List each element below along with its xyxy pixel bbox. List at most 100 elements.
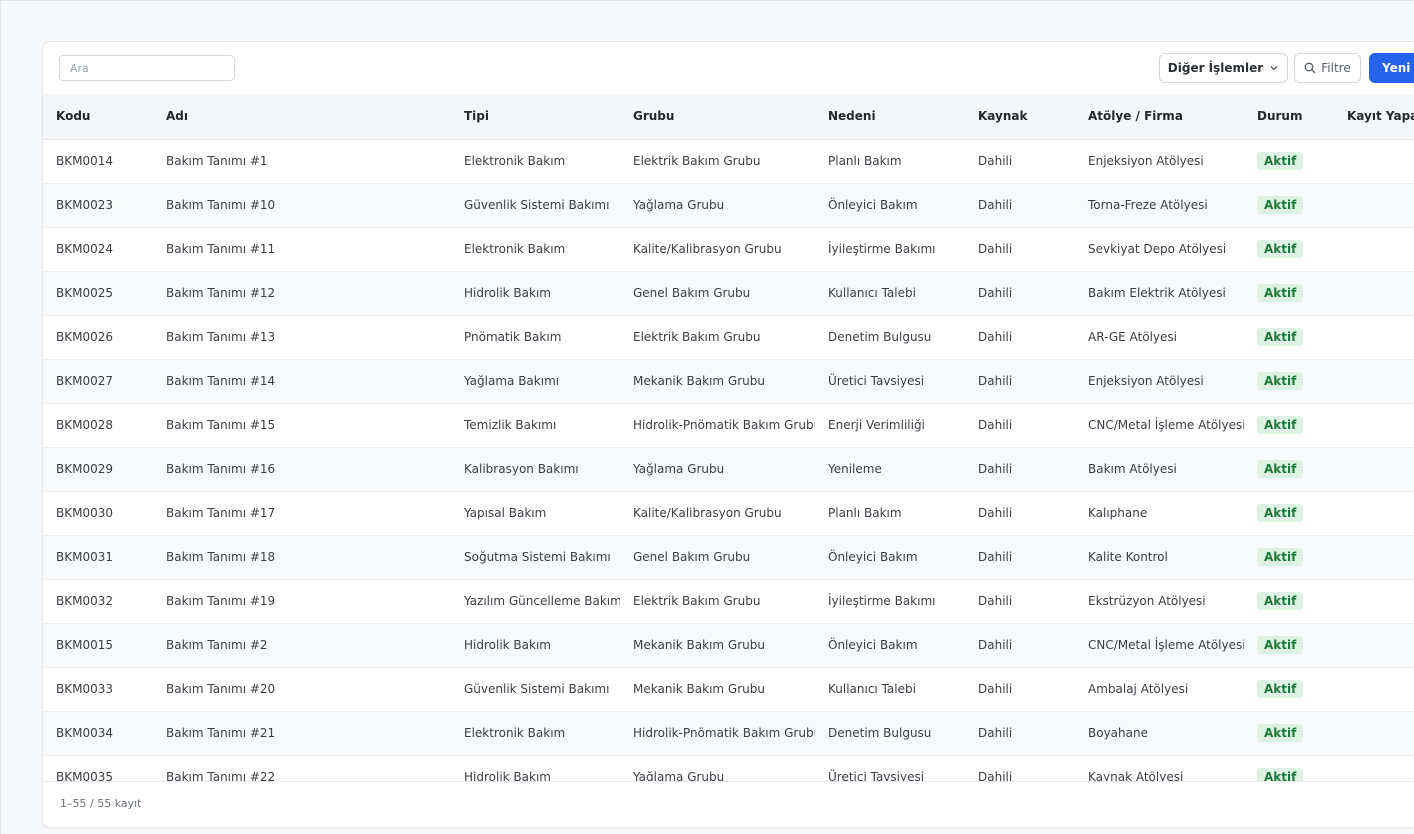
- cell-name: Bakım Tanımı #10: [153, 183, 451, 228]
- page: Diğer İşlemler Filtre Yeni B: [0, 0, 1414, 834]
- status-badge: Aktif: [1257, 240, 1304, 258]
- table-row[interactable]: BKM0035 Bakım Tanımı #22 Hidrolik Bakım Yağ…: [43, 755, 1414, 782]
- table-row[interactable]: BKM0014 Bakım Tanımı #1 Elektronik Bakım El…: [43, 139, 1414, 184]
- column-header-source[interactable]: Kaynak: [965, 94, 1075, 140]
- cell-name: Bakım Tanımı #16: [153, 447, 451, 492]
- cell-workshop: CNC/Metal İşleme Atölyesi: [1075, 403, 1244, 448]
- status-badge: Aktif: [1257, 504, 1304, 522]
- search-icon: [1304, 62, 1316, 74]
- table-row[interactable]: BKM0034 Bakım Tanımı #21 Elektronik Bakım H…: [43, 711, 1414, 756]
- cell-created-by: [1334, 623, 1414, 668]
- cell-status: Aktif: [1244, 447, 1334, 492]
- cell-reason: Kullanıcı Talebi: [815, 667, 965, 712]
- cell-workshop: Kalıphane: [1075, 491, 1244, 536]
- cell-source: Dahili: [965, 579, 1075, 624]
- cell-reason: Planlı Bakım: [815, 491, 965, 536]
- cell-code: BKM0028: [43, 403, 153, 448]
- cell-reason: Yenileme: [815, 447, 965, 492]
- cell-name: Bakım Tanımı #17: [153, 491, 451, 536]
- table-footer: 1–55 / 55 kayıt: [43, 781, 1414, 827]
- column-header-created-by[interactable]: Kayıt Yapan: [1334, 94, 1414, 140]
- cell-status: Aktif: [1244, 183, 1334, 228]
- cell-name: Bakım Tanımı #14: [153, 359, 451, 404]
- search-input[interactable]: [59, 55, 235, 81]
- cell-type: Hidrolik Bakım: [451, 271, 620, 316]
- table-row[interactable]: BKM0030 Bakım Tanımı #17 Yapısal Bakım Kali…: [43, 491, 1414, 536]
- cell-created-by: [1334, 183, 1414, 228]
- list-card: Diğer İşlemler Filtre Yeni B: [42, 41, 1414, 828]
- cell-created-by: [1334, 711, 1414, 756]
- table-row[interactable]: BKM0033 Bakım Tanımı #20 Güvenlik Sistemi …: [43, 667, 1414, 712]
- new-record-button[interactable]: Yeni B: [1369, 53, 1414, 83]
- cell-workshop: Ekstrüzyon Atölyesi: [1075, 579, 1244, 624]
- status-badge: Aktif: [1257, 372, 1304, 390]
- cell-source: Dahili: [965, 359, 1075, 404]
- cell-name: Bakım Tanımı #15: [153, 403, 451, 448]
- cell-reason: Önleyici Bakım: [815, 535, 965, 580]
- cell-workshop: Boyahane: [1075, 711, 1244, 756]
- cell-name: Bakım Tanımı #22: [153, 755, 451, 782]
- column-header-status[interactable]: Durum: [1244, 94, 1334, 140]
- filter-button[interactable]: Filtre: [1294, 53, 1361, 83]
- status-badge: Aktif: [1257, 768, 1304, 782]
- cell-reason: Önleyici Bakım: [815, 183, 965, 228]
- status-badge: Aktif: [1257, 152, 1304, 170]
- cell-workshop: Kaynak Atölyesi: [1075, 755, 1244, 782]
- status-badge: Aktif: [1257, 548, 1304, 566]
- cell-workshop: Torna-Freze Atölyesi: [1075, 183, 1244, 228]
- status-badge: Aktif: [1257, 328, 1304, 346]
- more-actions-button[interactable]: Diğer İşlemler: [1159, 53, 1288, 83]
- cell-type: Elektronik Bakım: [451, 711, 620, 756]
- table-row[interactable]: BKM0015 Bakım Tanımı #2 Hidrolik Bakım Meka…: [43, 623, 1414, 668]
- cell-reason: Kullanıcı Talebi: [815, 271, 965, 316]
- table-row[interactable]: BKM0025 Bakım Tanımı #12 Hidrolik Bakım Gen…: [43, 271, 1414, 316]
- cell-type: Kalibrasyon Bakımı: [451, 447, 620, 492]
- table-row[interactable]: BKM0024 Bakım Tanımı #11 Elektronik Bakım K…: [43, 227, 1414, 272]
- table-row[interactable]: BKM0028 Bakım Tanımı #15 Temizlik Bakımı Hi…: [43, 403, 1414, 448]
- status-badge: Aktif: [1257, 592, 1304, 610]
- cell-reason: Enerji Verimliliği: [815, 403, 965, 448]
- cell-status: Aktif: [1244, 579, 1334, 624]
- cell-source: Dahili: [965, 667, 1075, 712]
- column-header-workshop[interactable]: Atölye / Firma: [1075, 94, 1244, 140]
- cell-code: BKM0031: [43, 535, 153, 580]
- cell-status: Aktif: [1244, 271, 1334, 316]
- cell-type: Yazılım Güncelleme Bakımı: [451, 579, 620, 624]
- record-count: 1–55 / 55 kayıt: [60, 797, 142, 810]
- table-row[interactable]: BKM0026 Bakım Tanımı #13 Pnömatik Bakım Ele…: [43, 315, 1414, 360]
- cell-name: Bakım Tanımı #21: [153, 711, 451, 756]
- cell-code: BKM0030: [43, 491, 153, 536]
- status-badge: Aktif: [1257, 460, 1304, 478]
- table-row[interactable]: BKM0032 Bakım Tanımı #19 Yazılım Güncellem…: [43, 579, 1414, 624]
- cell-code: BKM0026: [43, 315, 153, 360]
- chevron-down-icon: [1270, 66, 1278, 71]
- maintenance-definitions-table: Kodu Adı Tipi Grubu Nedeni Kaynak Atölye / Fir…: [43, 94, 1414, 782]
- table-header-row: Kodu Adı Tipi Grubu Nedeni Kaynak Atölye / Fir…: [43, 94, 1414, 140]
- cell-group: Kalite/Kalibrasyon Grubu: [620, 227, 815, 272]
- cell-code: BKM0023: [43, 183, 153, 228]
- table-row[interactable]: BKM0027 Bakım Tanımı #14 Yağlama Bakımı Mek…: [43, 359, 1414, 404]
- cell-status: Aktif: [1244, 535, 1334, 580]
- toolbar: Diğer İşlemler Filtre Yeni B: [43, 42, 1414, 95]
- cell-type: Pnömatik Bakım: [451, 315, 620, 360]
- table-row[interactable]: BKM0023 Bakım Tanımı #10 Güvenlik Sistemi …: [43, 183, 1414, 228]
- column-header-group[interactable]: Grubu: [620, 94, 815, 140]
- table-row[interactable]: BKM0029 Bakım Tanımı #16 Kalibrasyon Bakım…: [43, 447, 1414, 492]
- column-header-name[interactable]: Adı: [153, 94, 451, 140]
- column-header-reason[interactable]: Nedeni: [815, 94, 965, 140]
- column-header-type[interactable]: Tipi: [451, 94, 620, 140]
- cell-name: Bakım Tanımı #19: [153, 579, 451, 624]
- cell-code: BKM0032: [43, 579, 153, 624]
- cell-reason: Önleyici Bakım: [815, 623, 965, 668]
- table-row[interactable]: BKM0031 Bakım Tanımı #18 Soğutma Sistemi B…: [43, 535, 1414, 580]
- cell-created-by: [1334, 579, 1414, 624]
- cell-workshop: Ambalaj Atölyesi: [1075, 667, 1244, 712]
- cell-created-by: [1334, 755, 1414, 782]
- cell-source: Dahili: [965, 711, 1075, 756]
- table-body: BKM0014 Bakım Tanımı #1 Elektronik Bakım El…: [43, 139, 1414, 782]
- cell-status: Aktif: [1244, 227, 1334, 272]
- column-header-code[interactable]: Kodu: [43, 94, 153, 140]
- cell-reason: Denetim Bulgusu: [815, 315, 965, 360]
- status-badge: Aktif: [1257, 636, 1304, 654]
- cell-reason: Denetim Bulgusu: [815, 711, 965, 756]
